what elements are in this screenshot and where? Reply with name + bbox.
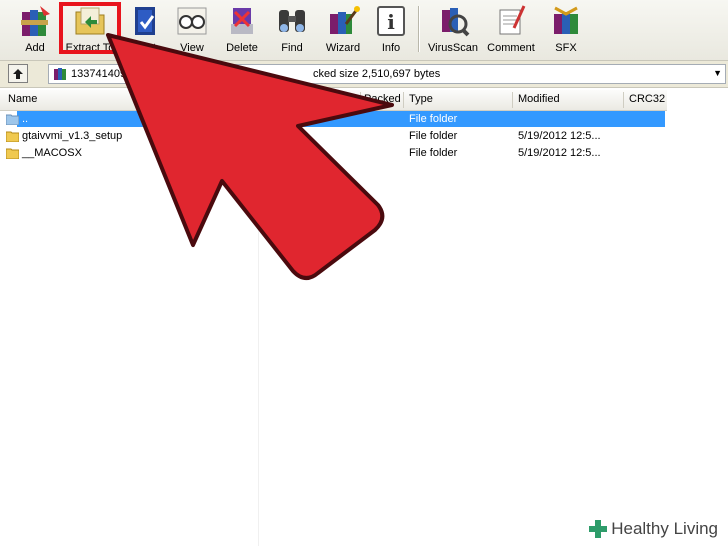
toolbar-separator <box>418 6 420 52</box>
table-row[interactable]: .. File folder <box>0 111 667 128</box>
file-type: File folder <box>409 147 458 159</box>
table-row[interactable]: __MACOSX File folder 5/19/2012 12:5... <box>0 145 667 162</box>
file-list-area <box>0 111 259 546</box>
test-book-icon <box>129 4 163 38</box>
extract-to-label: Extract To <box>65 42 115 54</box>
test-label: Test <box>135 42 157 54</box>
archive-size-info: cked size 2,510,697 bytes <box>313 68 441 80</box>
address-bar: 1337414092 cked size 2,510,697 bytes ▼ <box>0 61 728 88</box>
file-list-header: Name Packed Type Modified CRC32 <box>0 90 667 111</box>
wizard-label: Wizard <box>325 42 361 54</box>
view-label: View <box>180 42 204 54</box>
archive-icon <box>54 68 66 80</box>
file-modified: 5/19/2012 12:5... <box>518 147 601 159</box>
add-button[interactable]: Add <box>14 2 56 56</box>
info-label: Info <box>381 42 401 54</box>
sfx-icon <box>549 4 583 38</box>
add-label: Add <box>25 42 45 54</box>
file-name: gtaivvmi_v1.3_setup <box>22 130 123 142</box>
virusscan-icon <box>436 4 470 38</box>
winrar-books-icon <box>18 4 52 38</box>
toolbar: Add Extract To Test View Delete Find Wiz… <box>0 0 728 61</box>
test-button[interactable]: Test <box>126 2 166 56</box>
comment-label: Comment <box>487 42 535 54</box>
file-modified: 5/19/2012 12:5... <box>518 130 601 142</box>
column-name[interactable]: Name <box>8 93 37 105</box>
file-name: __MACOSX <box>22 147 82 159</box>
delete-label: Delete <box>226 42 258 54</box>
comment-button[interactable]: Comment <box>486 2 536 56</box>
folder-icon <box>6 147 19 159</box>
comment-icon <box>494 4 528 38</box>
archive-path: 1337414092 <box>71 68 133 80</box>
column-crc32[interactable]: CRC32 <box>629 93 665 105</box>
path-combobox[interactable]: 1337414092 cked size 2,510,697 bytes ▼ <box>48 64 726 84</box>
column-modified[interactable]: Modified <box>518 93 560 105</box>
find-button[interactable]: Find <box>272 2 312 56</box>
up-arrow-icon <box>13 68 23 79</box>
delete-icon <box>225 4 259 38</box>
column-separator <box>623 92 624 108</box>
sfx-button[interactable]: SFX <box>546 2 586 56</box>
chevron-down-icon[interactable]: ▼ <box>713 68 722 78</box>
table-row[interactable]: gtaivvmi_v1.3_setup File folder 5/19/201… <box>0 128 667 145</box>
sfx-label: SFX <box>555 42 577 54</box>
folder-up-icon <box>6 113 19 125</box>
wizard-button[interactable]: Wizard <box>322 2 364 56</box>
view-button[interactable]: View <box>172 2 212 56</box>
find-label: Find <box>281 42 303 54</box>
folder-icon <box>6 130 19 142</box>
watermark: Healthy Living <box>582 516 724 542</box>
column-type[interactable]: Type <box>409 93 433 105</box>
file-type: File folder <box>409 113 458 125</box>
extract-folder-icon <box>73 4 107 38</box>
virusscan-label: VirusScan <box>428 42 478 54</box>
extract-to-button[interactable]: Extract To <box>62 2 118 56</box>
info-button[interactable]: i Info <box>374 2 408 56</box>
info-icon: i <box>374 4 408 38</box>
file-name: .. <box>22 113 29 125</box>
plus-logo-icon <box>589 520 608 538</box>
column-separator <box>403 92 404 108</box>
column-separator <box>512 92 513 108</box>
selection-highlight <box>17 111 665 127</box>
watermark-text: Healthy Living <box>611 519 718 538</box>
up-folder-button[interactable] <box>8 64 28 83</box>
binoculars-icon <box>275 4 309 38</box>
wizard-icon <box>326 4 360 38</box>
svg-text:i: i <box>387 10 395 34</box>
column-separator <box>360 92 361 108</box>
virusscan-button[interactable]: VirusScan <box>428 2 478 56</box>
delete-button[interactable]: Delete <box>222 2 262 56</box>
glasses-icon <box>175 4 209 38</box>
column-packed[interactable]: Packed <box>364 93 401 105</box>
file-type: File folder <box>409 130 458 142</box>
